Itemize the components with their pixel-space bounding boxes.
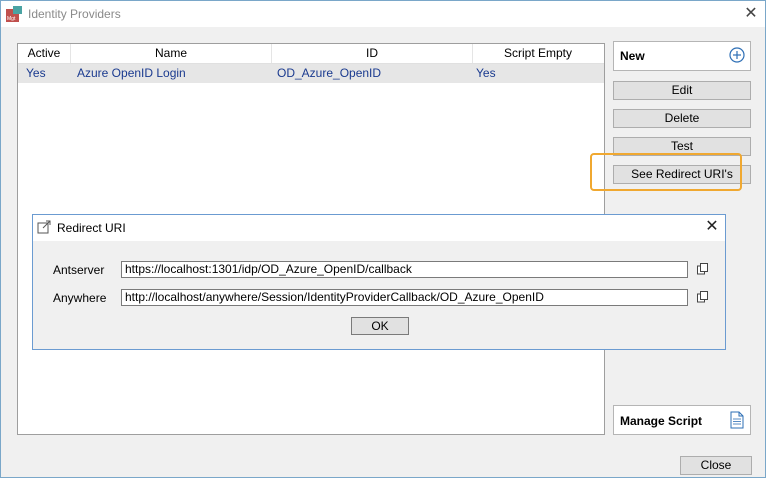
cell-id: OD_Azure_OpenID xyxy=(277,66,382,80)
plus-circle-icon xyxy=(729,47,745,63)
dialog-title-bar: Redirect URI ✕ xyxy=(33,215,725,241)
manage-script-button[interactable]: Manage Script xyxy=(613,405,751,435)
svg-text:Mgt: Mgt xyxy=(7,16,16,22)
external-link-icon xyxy=(37,220,51,234)
dialog-title: Redirect URI xyxy=(57,221,126,235)
document-icon xyxy=(730,411,744,429)
column-header-active[interactable]: Active xyxy=(18,44,71,63)
column-header-name[interactable]: Name xyxy=(71,44,272,63)
title-bar: Mgt Identity Providers ✕ xyxy=(1,1,765,27)
antserver-label: Antserver xyxy=(53,263,105,277)
new-button-label: New xyxy=(620,49,645,63)
window-title: Identity Providers xyxy=(28,7,121,21)
manage-script-label: Manage Script xyxy=(620,414,703,428)
edit-button[interactable]: Edit xyxy=(613,81,751,100)
dialog-close-icon[interactable]: ✕ xyxy=(703,218,721,236)
ok-button[interactable]: OK xyxy=(351,317,409,335)
cell-name: Azure OpenID Login xyxy=(77,66,186,80)
redirect-uri-dialog: Redirect URI ✕ Antserver https://localho… xyxy=(32,214,726,350)
antserver-uri-field[interactable]: https://localhost:1301/idp/OD_Azure_Open… xyxy=(121,261,688,278)
grid-header: Active Name ID Script Empty xyxy=(18,44,604,64)
app-icon: Mgt xyxy=(6,6,22,22)
copy-icon[interactable] xyxy=(697,291,709,303)
close-button[interactable]: Close xyxy=(680,456,752,475)
column-header-id[interactable]: ID xyxy=(272,44,473,63)
highlight-box xyxy=(590,153,742,191)
cell-script-empty: Yes xyxy=(476,66,496,80)
anywhere-uri-field[interactable]: http://localhost/anywhere/Session/Identi… xyxy=(121,289,688,306)
anywhere-label: Anywhere xyxy=(53,291,107,305)
delete-button[interactable]: Delete xyxy=(613,109,751,128)
new-button[interactable]: New xyxy=(613,41,751,71)
copy-icon[interactable] xyxy=(697,263,709,275)
column-header-script-empty[interactable]: Script Empty xyxy=(473,44,603,63)
table-row[interactable]: Yes Azure OpenID Login OD_Azure_OpenID Y… xyxy=(18,64,604,83)
cell-active: Yes xyxy=(26,66,46,80)
window-close-icon[interactable]: ✕ xyxy=(742,5,760,23)
identity-providers-window: Mgt Identity Providers ✕ Active Name ID … xyxy=(0,0,766,478)
